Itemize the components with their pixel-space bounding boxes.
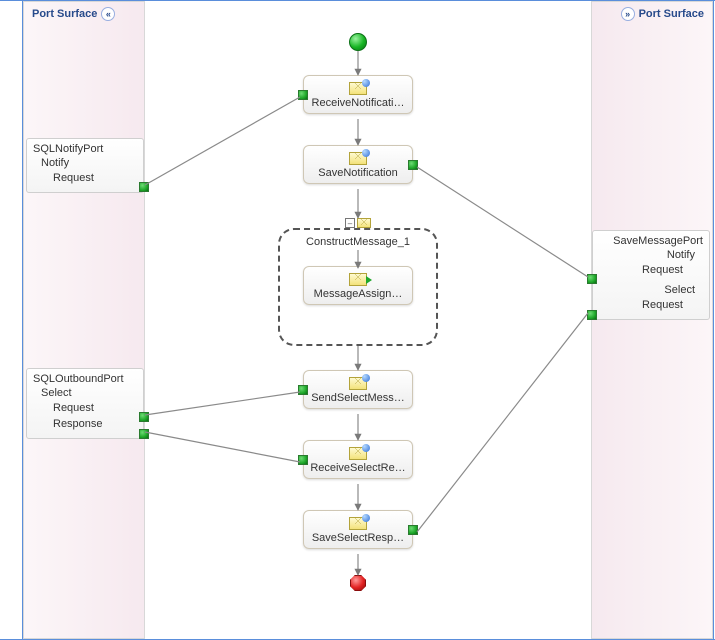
port-sqloutbound-response-label: Response <box>53 418 103 430</box>
send-icon <box>308 377 408 390</box>
shape-save-notification[interactable]: SaveNotification <box>303 145 413 184</box>
shape-save-select-resp[interactable]: SaveSelectResp… <box>303 510 413 549</box>
shape-save-select-resp-label: SaveSelectResp… <box>308 532 408 544</box>
collapse-right-icon[interactable]: » <box>621 7 635 21</box>
shape-receive-select-label: ReceiveSelectRe… <box>308 462 408 474</box>
port-savemessage-select-request[interactable]: Request <box>599 297 683 313</box>
send-icon <box>308 152 408 165</box>
assign-icon <box>308 273 408 286</box>
port-surface-right[interactable]: » Port Surface SaveMessagePort Notify Re… <box>591 1 713 639</box>
shape-port-icon <box>298 385 308 395</box>
shape-send-select-label: SendSelectMess… <box>308 392 408 404</box>
construct-message-icon: – <box>343 218 373 228</box>
shape-message-assignment-label: MessageAssign… <box>308 288 408 300</box>
guide-line-right <box>713 0 714 640</box>
port-surface-left-label: Port Surface <box>32 8 97 20</box>
port-savemessage-op-notify: Notify <box>599 249 695 261</box>
port-savemessage-title: SaveMessagePort <box>599 235 703 247</box>
port-savemessage-select-request-label: Request <box>642 299 683 311</box>
port-sqloutbound-op: Select <box>41 387 137 399</box>
port-sqloutbound-title: SQLOutboundPort <box>33 373 137 385</box>
port-sqlnotify-request[interactable]: Request <box>53 170 137 186</box>
port-sqlnotify-title: SQLNotifyPort <box>33 143 137 155</box>
shape-port-icon <box>298 90 308 100</box>
port-sqlnotify[interactable]: SQLNotifyPort Notify Request <box>26 138 144 193</box>
port-sqloutbound-request-label: Request <box>53 402 94 414</box>
end-shape[interactable] <box>350 575 366 591</box>
port-connector-icon <box>139 429 149 439</box>
shape-construct-message[interactable]: – ConstructMessage_1 MessageAssign… <box>278 228 438 346</box>
port-sqloutbound-request[interactable]: Request <box>53 400 137 416</box>
shape-construct-message-label: ConstructMessage_1 <box>288 236 428 248</box>
collapse-left-icon[interactable]: « <box>101 7 115 21</box>
port-savemessage-notify-request[interactable]: Request <box>599 262 683 278</box>
shape-receive-notification[interactable]: ReceiveNotificati… <box>303 75 413 114</box>
port-sqloutbound[interactable]: SQLOutboundPort Select Request Response <box>26 368 144 439</box>
port-savemessage-notify-request-label: Request <box>642 264 683 276</box>
port-savemessage-op-select: Select <box>599 284 695 296</box>
shape-port-icon <box>298 455 308 465</box>
receive-icon <box>308 82 408 95</box>
shape-port-icon <box>408 160 418 170</box>
port-connector-icon <box>587 310 597 320</box>
port-sqloutbound-response[interactable]: Response <box>53 416 137 432</box>
port-connector-icon <box>139 182 149 192</box>
send-icon <box>308 517 408 530</box>
port-connector-icon <box>139 412 149 422</box>
port-surface-right-label: Port Surface <box>639 8 704 20</box>
port-surface-left[interactable]: Port Surface « SQLNotifyPort Notify Requ… <box>23 1 145 639</box>
port-savemessage[interactable]: SaveMessagePort Notify Request Select Re… <box>592 230 710 320</box>
port-sqlnotify-op: Notify <box>41 157 137 169</box>
shape-port-icon <box>408 525 418 535</box>
start-shape[interactable] <box>349 33 367 51</box>
shape-receive-notification-label: ReceiveNotificati… <box>308 97 408 109</box>
port-sqlnotify-request-label: Request <box>53 172 94 184</box>
port-surface-right-header: » Port Surface <box>592 2 712 26</box>
receive-icon <box>308 447 408 460</box>
port-surface-left-header: Port Surface « <box>24 2 144 26</box>
shape-receive-select[interactable]: ReceiveSelectRe… <box>303 440 413 479</box>
shape-save-notification-label: SaveNotification <box>308 167 408 179</box>
shape-send-select[interactable]: SendSelectMess… <box>303 370 413 409</box>
port-connector-icon <box>587 274 597 284</box>
shape-message-assignment[interactable]: MessageAssign… <box>303 266 413 305</box>
